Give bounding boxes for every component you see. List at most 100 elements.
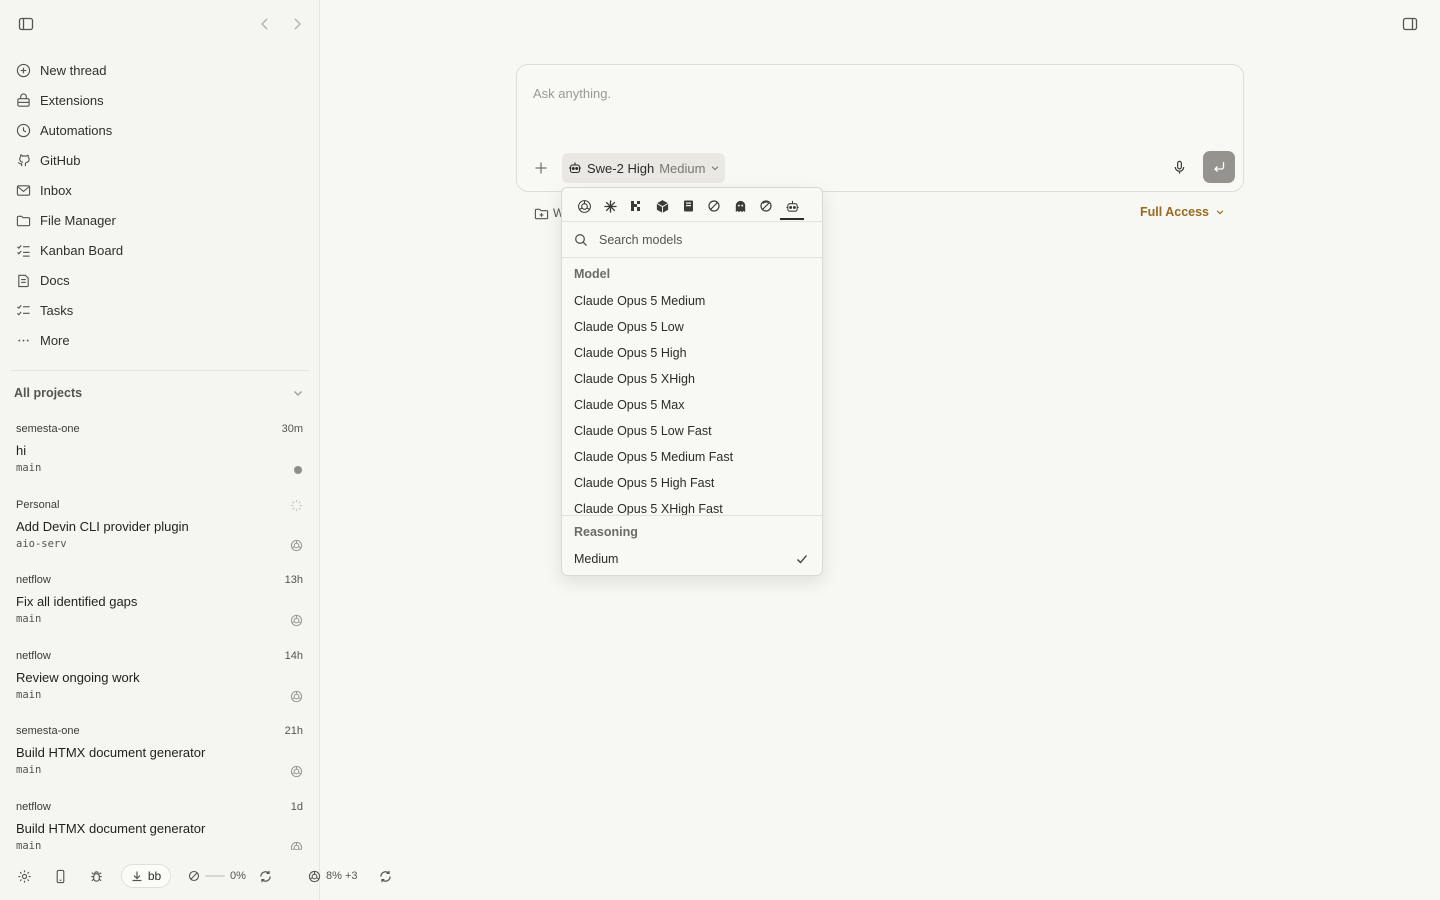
nav-file-manager[interactable]: File Manager — [10, 205, 310, 235]
nav-automations[interactable]: Automations — [10, 115, 310, 145]
mistral-icon[interactable] — [625, 195, 647, 217]
send-button[interactable] — [1203, 151, 1235, 183]
nav-label: GitHub — [40, 152, 81, 168]
status-dot-icon — [293, 465, 303, 475]
nav-github[interactable]: GitHub — [10, 145, 310, 175]
ghost-icon[interactable] — [729, 195, 751, 217]
clock-icon — [16, 123, 31, 138]
usage-percent: 0% — [230, 870, 246, 882]
model-search — [562, 222, 822, 258]
tasks-icon — [16, 303, 31, 318]
openai-icon — [290, 614, 303, 627]
workspace-button[interactable]: W — [534, 204, 564, 222]
sidebar-footer: bb 0% — [0, 858, 320, 894]
reasoning-section: Reasoning Medium — [562, 515, 822, 575]
projects-label: All projects — [14, 386, 83, 400]
thread-project: semesta-one — [16, 423, 80, 435]
more-icon — [16, 333, 31, 348]
thread-branch: main — [16, 764, 42, 777]
docs-icon — [16, 273, 31, 288]
prompt-input[interactable] — [533, 81, 1133, 105]
thread-time: 14h — [284, 649, 303, 662]
mobile-icon[interactable] — [48, 864, 72, 888]
openai-icon[interactable] — [573, 195, 595, 217]
back-arrow-icon[interactable] — [253, 12, 277, 36]
nav-extensions[interactable]: Extensions — [10, 85, 310, 115]
thread-item[interactable]: netflow 14h Review ongoing work main — [0, 647, 319, 723]
bug-icon[interactable] — [84, 864, 108, 888]
thread-project: netflow — [16, 649, 51, 662]
model-option[interactable]: Claude Opus 5 Low Fast — [562, 418, 822, 444]
thread-title: Fix all identified gaps — [16, 594, 138, 610]
anthropic-icon[interactable] — [599, 195, 621, 217]
thread-branch: main — [16, 839, 42, 850]
thread-list: semesta-one 30m hi main Personal Add Dev… — [0, 420, 319, 850]
thread-item[interactable]: netflow 1d Build HTMX document generator… — [0, 798, 319, 850]
sidebar-toggle-icon[interactable] — [14, 12, 38, 36]
thread-time: 1d — [290, 800, 303, 813]
nav-new-thread[interactable]: New thread — [10, 55, 310, 85]
access-level-selector[interactable]: Full Access — [1140, 203, 1225, 221]
openai-icon — [290, 765, 303, 778]
sidebar: New thread Extensions Automations GitHub… — [0, 0, 320, 900]
right-panel-toggle-icon[interactable] — [1398, 12, 1422, 36]
model-option[interactable]: Claude Opus 5 XHigh Fast — [562, 496, 822, 515]
thread-project: semesta-one — [16, 725, 80, 738]
model-option[interactable]: Claude Opus 5 Medium — [562, 288, 822, 314]
cycle-icon — [188, 870, 200, 882]
nav-label: Extensions — [40, 92, 104, 108]
model-option[interactable]: Claude Opus 5 Max — [562, 392, 822, 418]
thread-item[interactable]: semesta-one 30m hi main — [0, 420, 319, 496]
nav-label: Inbox — [40, 182, 72, 198]
search-models-input[interactable] — [599, 230, 809, 250]
composer: Swe-2 High Medium — [516, 64, 1244, 192]
model-option[interactable]: Claude Opus 5 High Fast — [562, 470, 822, 496]
forward-arrow-icon[interactable] — [285, 12, 309, 36]
thread-branch: main — [16, 688, 42, 701]
provider-usage[interactable]: 8% +3 — [308, 866, 358, 886]
usage-indicator[interactable]: 0% — [188, 866, 246, 886]
nav-tasks[interactable]: Tasks — [10, 295, 310, 325]
robot-icon[interactable] — [780, 195, 804, 220]
nav-kanban-board[interactable]: Kanban Board — [10, 235, 310, 265]
folder-icon — [16, 213, 31, 228]
thread-item[interactable]: Personal Add Devin CLI provider plugin a… — [0, 496, 319, 572]
nav-label: Kanban Board — [40, 242, 124, 258]
thread-project: Personal — [16, 498, 60, 511]
thread-item[interactable]: netflow 13h Fix all identified gaps main — [0, 571, 319, 647]
nav-label: New thread — [40, 62, 107, 78]
cycle-alt-icon[interactable] — [755, 195, 777, 217]
model-selector-button[interactable]: Swe-2 High Medium — [562, 153, 725, 183]
model-option[interactable]: Claude Opus 5 Medium Fast — [562, 444, 822, 470]
thread-title: Add Devin CLI provider plugin — [16, 518, 189, 534]
user-download-pill[interactable]: bb — [121, 864, 171, 888]
nav-more[interactable]: More — [10, 325, 310, 355]
chevron-down-icon — [292, 387, 304, 399]
reasoning-option[interactable]: Medium — [562, 546, 822, 572]
kanban-icon — [16, 243, 31, 258]
refresh-icon[interactable] — [373, 864, 397, 888]
cycle-icon[interactable] — [703, 195, 725, 217]
model-option[interactable]: Claude Opus 5 Low — [562, 314, 822, 340]
nav-label: Automations — [40, 122, 113, 138]
model-option[interactable]: Claude Opus 5 XHigh — [562, 366, 822, 392]
openai-icon — [290, 539, 303, 552]
nav-label: More — [40, 332, 70, 348]
model-option[interactable]: Claude Opus 5 High — [562, 340, 822, 366]
github-icon — [16, 153, 31, 168]
nav-docs[interactable]: Docs — [10, 265, 310, 295]
refresh-icon[interactable] — [253, 864, 277, 888]
book-icon[interactable] — [677, 195, 699, 217]
attach-plus-icon[interactable] — [529, 156, 553, 180]
thread-item[interactable]: semesta-one 21h Build HTMX document gene… — [0, 722, 319, 798]
nav-label: Docs — [40, 272, 70, 288]
openai-icon — [290, 690, 303, 703]
loading-spinner-icon — [290, 499, 303, 512]
microphone-icon[interactable] — [1167, 155, 1191, 179]
projects-filter[interactable]: All projects — [14, 383, 304, 403]
cube-icon[interactable] — [651, 195, 673, 217]
nav-inbox[interactable]: Inbox — [10, 175, 310, 205]
settings-gear-icon[interactable] — [12, 864, 36, 888]
robot-icon — [568, 161, 582, 175]
thread-branch: main — [16, 613, 42, 626]
